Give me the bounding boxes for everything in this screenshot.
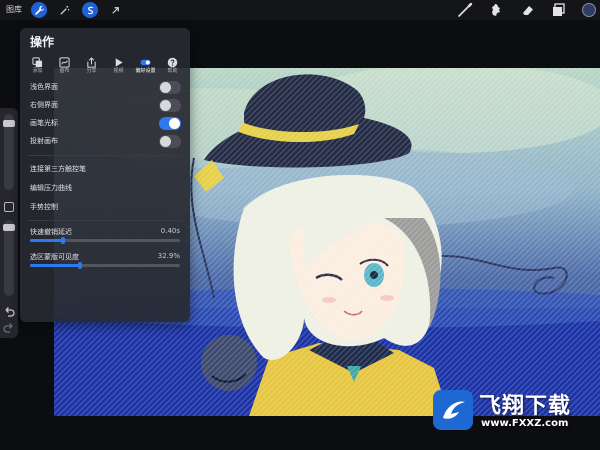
row-right-interface[interactable]: 右侧界面 [20, 96, 190, 115]
selection-s-icon[interactable] [82, 2, 98, 18]
row-brush-cursor[interactable]: 画笔光标 [20, 114, 190, 133]
tab-help[interactable]: 帮助 [159, 52, 186, 78]
quick-undo-delay-slider[interactable] [30, 237, 180, 244]
brush-cursor-label: 画笔光标 [30, 119, 58, 127]
divider [28, 220, 182, 221]
selection-mask-visibility-slider[interactable] [30, 262, 180, 269]
selection-mask-visibility-knob[interactable] [77, 262, 82, 269]
watermark-url: www.FXXZ.com [481, 418, 569, 429]
gesture-controls-link[interactable]: 手势控制 [20, 198, 190, 217]
row-light-interface[interactable]: 浅色界面 [20, 78, 190, 97]
wrench-icon[interactable] [31, 2, 47, 18]
project-canvas-toggle[interactable] [159, 135, 181, 148]
watermark-logo-icon [433, 390, 473, 430]
layers-icon[interactable] [551, 2, 567, 18]
brush-opacity-knob[interactable] [3, 224, 15, 231]
quick-undo-delay-value: 0.40s [160, 227, 180, 235]
eraser-icon[interactable] [520, 2, 536, 18]
selection-mask-visibility-value: 32.9% [157, 252, 180, 260]
brush-icon[interactable] [457, 2, 473, 18]
tab-share-label: 分享 [86, 68, 97, 74]
divider [28, 155, 182, 156]
panel-title: 操作 [30, 35, 55, 49]
light-interface-toggle[interactable] [159, 81, 181, 94]
tab-preferences-label: 偏好设置 [135, 68, 156, 74]
actions-tabs: 添加 画布 分享 视频 偏好设置 帮助 [24, 52, 186, 78]
brush-cursor-toggle[interactable] [159, 117, 181, 130]
tab-video-label: 视频 [113, 68, 124, 74]
row-project-canvas[interactable]: 投射画布 [20, 132, 190, 151]
brush-opacity-slider[interactable] [3, 220, 15, 296]
connect-stylus-link[interactable]: 连接第三方触控笔 [20, 160, 190, 179]
video-icon [113, 53, 124, 67]
canvas-icon [59, 53, 70, 68]
tab-share[interactable]: 分享 [78, 52, 105, 78]
watermark-text: 飞翔下载 [479, 394, 572, 419]
edit-pressure-curve-link[interactable]: 编辑压力曲线 [20, 179, 190, 198]
brush-size-knob[interactable] [3, 120, 15, 127]
right-interface-label: 右侧界面 [30, 101, 58, 109]
redo-icon[interactable] [2, 320, 16, 334]
brush-size-slider[interactable] [3, 114, 15, 190]
tab-preferences[interactable]: 偏好设置 [132, 52, 159, 78]
quick-undo-delay-knob[interactable] [61, 237, 65, 244]
gesture-controls-label: 手势控制 [30, 203, 58, 211]
tab-add-label: 添加 [32, 68, 43, 74]
tab-add[interactable]: 添加 [24, 52, 51, 78]
tab-canvas-label: 画布 [59, 68, 70, 74]
selection-mask-visibility-fill [30, 264, 80, 267]
gallery-button[interactable]: 图库 [6, 4, 22, 15]
add-icon [32, 53, 43, 68]
tab-video[interactable]: 视频 [105, 52, 132, 78]
quick-undo-delay-row: 快速撤销延迟 0.40s [20, 224, 190, 248]
tab-canvas[interactable]: 画布 [51, 52, 78, 78]
site-watermark: 飞翔下载 www.FXXZ.com [433, 384, 593, 436]
right-interface-toggle[interactable] [159, 99, 181, 112]
project-canvas-label: 投射画布 [30, 137, 58, 145]
undo-icon[interactable] [2, 304, 16, 318]
share-icon [86, 53, 97, 68]
actions-panel: 操作 添加 画布 分享 视频 偏好设置 帮助 浅色界面 右侧界面 画笔光标 投射… [20, 28, 190, 322]
quick-undo-delay-fill [30, 239, 63, 242]
quick-undo-delay-label: 快速撤销延迟 [30, 228, 72, 236]
brush-size-opacity-sidebar [0, 108, 18, 338]
current-color-swatch[interactable] [582, 3, 596, 17]
selection-mask-visibility-label: 选区蒙版可见度 [30, 253, 79, 261]
magic-wand-icon[interactable] [56, 2, 72, 18]
selection-mask-visibility-row: 选区蒙版可见度 32.9% [20, 249, 190, 273]
light-interface-label: 浅色界面 [30, 83, 58, 91]
tab-help-label: 帮助 [167, 68, 178, 74]
edit-pressure-curve-label: 编辑压力曲线 [30, 184, 72, 192]
transform-arrow-icon[interactable] [107, 2, 123, 18]
modify-button[interactable] [4, 202, 14, 212]
smudge-icon[interactable] [488, 2, 504, 18]
help-icon [167, 53, 178, 68]
connect-stylus-label: 连接第三方触控笔 [30, 165, 86, 173]
top-toolbar: 图库 [0, 0, 600, 20]
toggle-icon [140, 53, 151, 66]
